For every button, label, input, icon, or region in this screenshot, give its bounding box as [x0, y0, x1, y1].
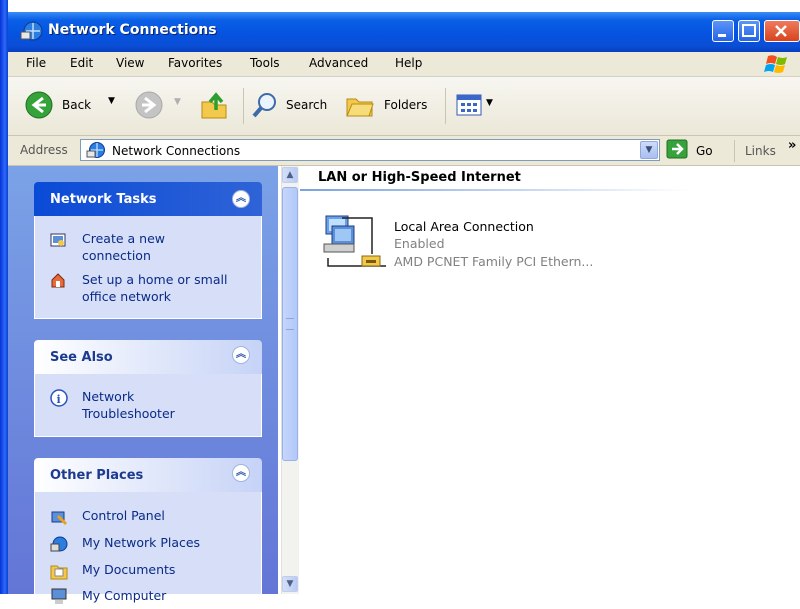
back-button[interactable]: Back ▼	[24, 88, 130, 122]
svg-text:i: i	[57, 393, 61, 406]
address-network-icon	[86, 141, 106, 162]
go-arrow-icon	[666, 139, 688, 159]
menu-advanced[interactable]: Advanced	[309, 56, 368, 70]
see-also-collapse-icon[interactable]: ︽	[232, 346, 250, 364]
back-arrow-icon	[25, 91, 53, 119]
back-label: Back	[62, 98, 92, 112]
home-network-icon	[50, 272, 66, 288]
network-tasks-title: Network Tasks	[50, 192, 157, 207]
connection-status: Enabled	[394, 236, 445, 251]
folders-icon	[346, 98, 374, 117]
views-dropdown-icon: ▼	[486, 98, 493, 108]
my-network-places-link[interactable]: My Network Places	[82, 534, 200, 551]
connection-device: AMD PCNET Family PCI Ethern...	[394, 254, 594, 269]
folders-label: Folders	[384, 98, 428, 112]
address-separator	[734, 140, 735, 162]
my-computer-icon	[50, 588, 67, 604]
menu-help[interactable]: Help	[395, 56, 422, 70]
maximize-button[interactable]	[738, 20, 760, 42]
other-places-title: Other Places	[50, 468, 144, 483]
info-icon: i	[50, 389, 68, 407]
up-folder-icon	[201, 92, 227, 119]
menu-tools[interactable]: Tools	[250, 56, 280, 70]
network-tasks-collapse-icon[interactable]: ︽	[232, 190, 250, 208]
connection-name: Local Area Connection	[394, 219, 534, 234]
window-title: Network Connections	[48, 22, 217, 38]
scroll-up-button[interactable]: ▲	[282, 167, 298, 183]
toolbar-separator	[243, 88, 244, 124]
forward-dropdown-icon: ▼	[174, 97, 181, 107]
views-button[interactable]: ▼	[456, 94, 500, 118]
my-computer-link[interactable]: My Computer	[82, 587, 166, 604]
set-up-home-network-link[interactable]: Set up a home or small office network	[82, 271, 242, 305]
new-connection-icon	[50, 232, 66, 248]
group-header: LAN or High-Speed Internet	[318, 170, 521, 185]
address-label: Address	[20, 143, 68, 157]
views-icon	[456, 94, 482, 116]
network-connections-icon	[20, 20, 44, 45]
windows-logo-icon	[762, 54, 790, 74]
forward-arrow-icon	[135, 91, 163, 119]
search-button[interactable]: Search	[250, 88, 338, 122]
my-documents-icon	[50, 562, 68, 580]
control-panel-icon	[50, 508, 68, 526]
address-dropdown-button[interactable]: ▼	[640, 141, 658, 159]
menu-edit[interactable]: Edit	[70, 56, 93, 70]
control-panel-link[interactable]: Control Panel	[82, 507, 165, 524]
search-label: Search	[286, 98, 328, 112]
group-header-divider	[300, 189, 690, 191]
search-icon	[252, 93, 276, 118]
close-button[interactable]	[764, 20, 800, 42]
scroll-grip	[286, 318, 294, 330]
menu-file[interactable]: File	[26, 56, 46, 70]
other-places-collapse-icon[interactable]: ︽	[232, 464, 250, 482]
my-network-places-icon	[50, 535, 68, 552]
scroll-down-button[interactable]: ▼	[282, 576, 298, 592]
go-label: Go	[696, 144, 713, 158]
back-dropdown-icon: ▼	[108, 96, 115, 106]
links-chevron[interactable]: »	[788, 138, 796, 153]
window-frame-left	[0, 0, 8, 594]
go-button[interactable]: Go	[666, 139, 722, 161]
minimize-button[interactable]	[712, 20, 734, 42]
up-folder-button[interactable]	[198, 90, 234, 122]
my-documents-link[interactable]: My Documents	[82, 561, 175, 578]
menu-favorites[interactable]: Favorites	[168, 56, 222, 70]
toolbar-separator	[445, 88, 446, 124]
folders-button[interactable]: Folders	[344, 88, 440, 122]
address-value: Network Connections	[112, 144, 241, 158]
links-label[interactable]: Links	[745, 144, 776, 158]
lan-connection-icon	[320, 210, 392, 279]
network-troubleshooter-link[interactable]: Network Troubleshooter	[82, 388, 192, 422]
see-also-title: See Also	[50, 350, 113, 365]
menu-view[interactable]: View	[116, 56, 144, 70]
forward-button[interactable]: ▼	[134, 90, 184, 122]
create-new-connection-link[interactable]: Create a new connection	[82, 230, 192, 264]
